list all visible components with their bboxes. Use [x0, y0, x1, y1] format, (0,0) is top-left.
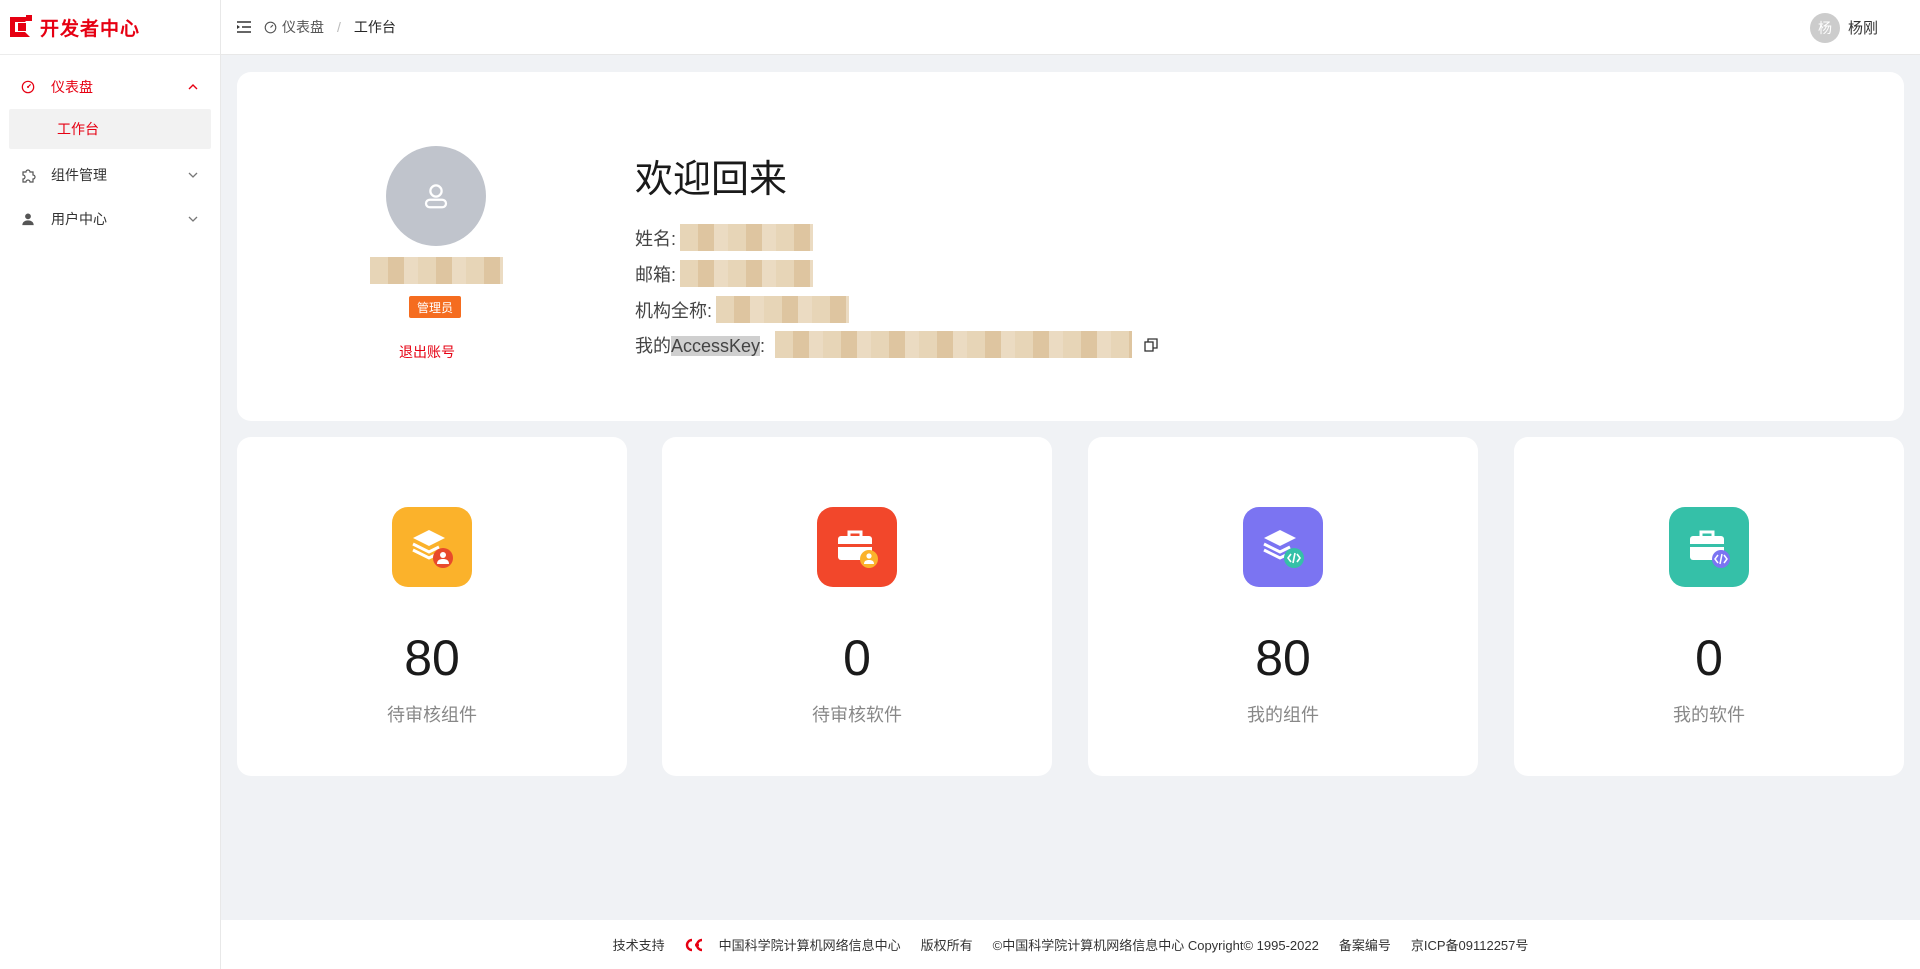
breadcrumb-item-dashboard[interactable]: 仪表盘: [282, 17, 324, 37]
name-label: 姓名:: [635, 228, 677, 249]
profile-card: 管理员 退出账号 欢迎回来 姓名: 邮箱: 机构全称: 我的AccessKey:: [237, 72, 1904, 421]
name-value-redacted: [680, 224, 814, 251]
cnic-logo-icon: [685, 938, 709, 952]
stat-label: 我的组件: [1247, 705, 1319, 725]
footer: 技术支持 中国科学院计算机网络信息中心 版权所有 ©中国科学院计算机网络信息中心…: [221, 920, 1920, 969]
footer-copyright-text: ©中国科学院计算机网络信息中心 Copyright© 1995-2022: [992, 938, 1319, 953]
breadcrumb-item-workbench: 工作台: [353, 19, 396, 35]
org-value-redacted: [716, 296, 850, 323]
breadcrumb: 仪表盘 / 工作台: [264, 17, 396, 37]
puzzle-icon: [20, 167, 36, 183]
breadcrumb-separator: /: [337, 19, 341, 35]
chevron-up-icon: [186, 80, 200, 94]
dashboard-icon: [20, 79, 36, 95]
chevron-down-icon: [186, 212, 200, 226]
logo-text: 开发者中心: [40, 18, 141, 40]
briefcase-code-icon: [1669, 507, 1749, 587]
footer-icp-label: 备案编号: [1338, 938, 1391, 953]
layers-code-icon: [1243, 507, 1323, 587]
sidebar-item-label: 组件管理: [51, 167, 107, 183]
stat-card-my-components[interactable]: 80 我的组件: [1088, 437, 1478, 776]
accesskey-value-redacted: [775, 331, 1133, 358]
chevron-down-icon: [186, 168, 200, 182]
profile-avatar: [386, 146, 486, 246]
sidebar-item-label: 仪表盘: [51, 79, 93, 95]
accesskey-label: 我的AccessKey:: [635, 335, 766, 356]
footer-support-org[interactable]: 中国科学院计算机网络信息中心: [719, 935, 901, 954]
email-row: 邮箱:: [635, 260, 814, 287]
accesskey-row: 我的AccessKey:: [635, 331, 1158, 358]
stat-value: 80: [404, 630, 460, 686]
copy-icon[interactable]: [1144, 337, 1158, 352]
stat-value: 0: [1695, 630, 1723, 686]
sidebar-item-components[interactable]: 组件管理: [0, 153, 220, 197]
profile-name-redacted: [370, 257, 503, 284]
user-name: 杨刚: [1847, 20, 1878, 37]
sidebar-item-dashboard[interactable]: 仪表盘: [0, 65, 220, 109]
sidebar-item-workbench[interactable]: 工作台: [9, 109, 211, 149]
footer-support-label: 技术支持: [612, 938, 665, 953]
stat-label: 待审核组件: [387, 705, 477, 725]
footer-copyright-label: 版权所有: [920, 938, 973, 953]
stat-card-pending-components[interactable]: 80 待审核组件: [237, 437, 627, 776]
sidebar-item-label: 用户中心: [51, 211, 107, 227]
stat-card-pending-software[interactable]: 0 待审核软件: [662, 437, 1052, 776]
stat-value: 80: [1255, 630, 1311, 686]
avatar: 杨: [1809, 12, 1840, 43]
logo[interactable]: 开发者中心: [0, 0, 220, 55]
user-menu[interactable]: 杨 杨刚: [1809, 0, 1878, 55]
top-header: 仪表盘 / 工作台 杨 杨刚: [221, 0, 1920, 55]
user-icon: [20, 211, 36, 227]
layers-user-icon: [392, 507, 472, 587]
org-row: 机构全称:: [635, 296, 850, 323]
menu-fold-icon[interactable]: [234, 17, 254, 37]
sidebar-item-user-center[interactable]: 用户中心: [0, 197, 220, 241]
user-icon: [424, 184, 448, 209]
stat-label: 我的软件: [1673, 705, 1745, 725]
org-label: 机构全称:: [635, 300, 713, 321]
logo-icon: [10, 15, 34, 39]
stat-value: 0: [843, 630, 871, 686]
role-badge: 管理员: [409, 296, 462, 318]
welcome-title: 欢迎回来: [635, 159, 788, 201]
briefcase-user-icon: [817, 507, 897, 587]
dashboard-icon: [264, 21, 277, 34]
email-value-redacted: [680, 260, 814, 287]
stat-label: 待审核软件: [812, 705, 902, 725]
name-row: 姓名:: [635, 224, 814, 251]
stat-card-my-software[interactable]: 0 我的软件: [1514, 437, 1904, 776]
email-label: 邮箱:: [635, 264, 677, 285]
sidebar: 开发者中心 仪表盘 工作台 组件管理 用户中心: [0, 0, 221, 969]
sidebar-menu: 仪表盘 工作台 组件管理 用户中心: [0, 55, 220, 241]
logout-link[interactable]: 退出账号: [399, 342, 455, 362]
footer-icp-value[interactable]: 京ICP备09112257号: [1411, 935, 1529, 954]
